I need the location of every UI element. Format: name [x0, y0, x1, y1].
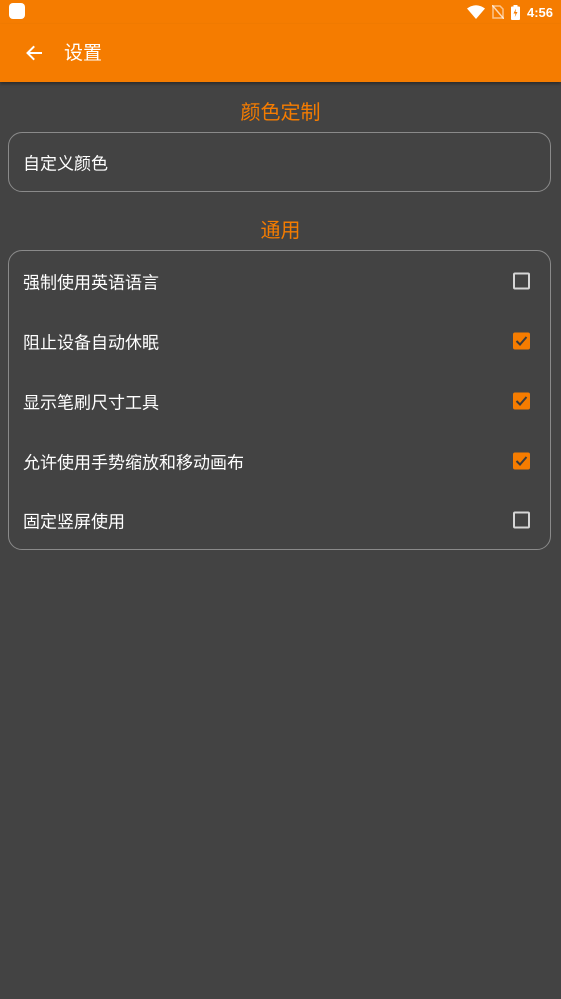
setting-row-lock-portrait[interactable]: 固定竖屏使用 [9, 491, 550, 548]
setting-label: 允许使用手势缩放和移动画布 [23, 453, 244, 474]
brush-size-tool-checkbox[interactable] [513, 392, 530, 410]
battery-charging-icon [510, 4, 520, 20]
wifi-icon [466, 5, 485, 19]
gesture-zoom-checkbox[interactable] [513, 452, 530, 470]
arrow-left-icon [26, 45, 42, 61]
setting-label: 阻止设备自动休眠 [23, 333, 159, 354]
setting-row-force-english[interactable]: 强制使用英语语言 [9, 251, 550, 311]
lock-portrait-checkbox[interactable] [513, 511, 530, 528]
status-icons: 4:56 [466, 2, 553, 22]
color-settings-card: 自定义颜色 [8, 132, 551, 192]
checkmark-icon [515, 336, 528, 346]
status-bar: 4:56 [0, 0, 561, 24]
general-settings-card: 强制使用英语语言 阻止设备自动休眠 显示笔刷尺寸工具 允许使用手势缩放和移动画布… [8, 250, 551, 550]
section-header-color: 颜色定制 [240, 100, 321, 124]
custom-color-row[interactable]: 自定义颜色 [9, 133, 550, 190]
force-english-checkbox[interactable] [513, 272, 530, 290]
app-toolbar: 设置 [0, 24, 561, 82]
page-title: 设置 [64, 42, 103, 64]
section-header-general: 通用 [260, 218, 301, 242]
checkmark-icon [515, 456, 528, 466]
checkmark-icon [515, 396, 528, 406]
custom-color-label: 自定义颜色 [23, 154, 108, 174]
back-button[interactable] [14, 33, 54, 73]
setting-label: 显示笔刷尺寸工具 [23, 393, 159, 414]
setting-row-brush-size-tool[interactable]: 显示笔刷尺寸工具 [9, 371, 550, 431]
setting-label: 强制使用英语语言 [23, 273, 159, 294]
status-time: 4:56 [526, 4, 553, 20]
app-notification-icon [9, 3, 25, 19]
setting-label: 固定竖屏使用 [23, 512, 125, 532]
setting-row-prevent-sleep[interactable]: 阻止设备自动休眠 [9, 311, 550, 371]
prevent-sleep-checkbox[interactable] [513, 332, 530, 350]
setting-row-gesture-zoom[interactable]: 允许使用手势缩放和移动画布 [9, 431, 550, 491]
no-sim-icon [491, 5, 504, 19]
